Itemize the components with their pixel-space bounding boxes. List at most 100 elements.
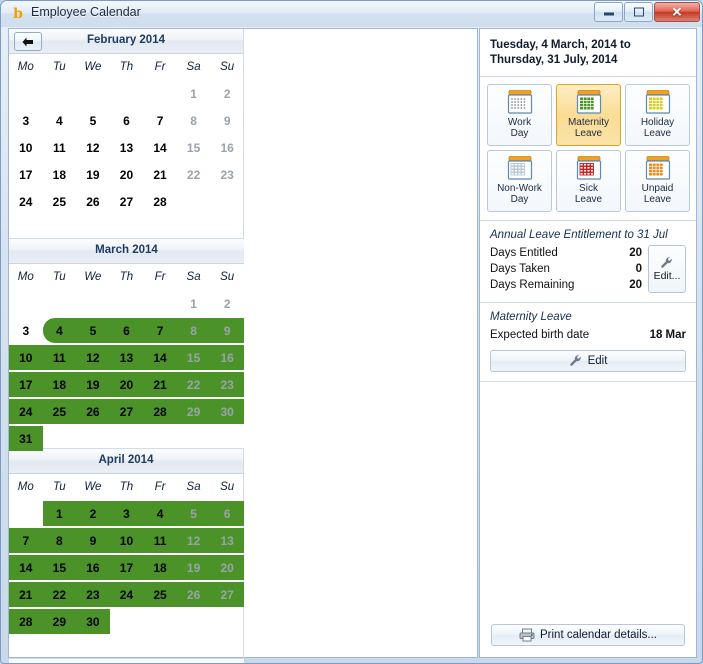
day-cell[interactable]: 18 — [43, 161, 77, 188]
day-cell[interactable]: 9 — [210, 317, 244, 344]
day-cell[interactable]: 13 — [110, 344, 144, 371]
day-cell[interactable]: 25 — [43, 398, 77, 425]
day-cell[interactable]: 21 — [143, 161, 177, 188]
leave-type-holiday[interactable]: Holiday Leave — [625, 84, 690, 146]
day-cell[interactable]: 10 — [110, 527, 144, 554]
leave-type-unpaid-leave[interactable]: Unpaid Leave — [625, 150, 690, 212]
day-cell[interactable]: 19 — [177, 554, 211, 581]
day-cell[interactable]: 27 — [110, 398, 144, 425]
day-cell[interactable]: 12 — [76, 134, 110, 161]
day-cell[interactable]: 1 — [177, 290, 211, 317]
day-cell[interactable]: 22 — [177, 161, 211, 188]
day-cell[interactable]: 18 — [43, 371, 77, 398]
day-cell[interactable]: 2 — [76, 500, 110, 527]
day-cell[interactable]: 19 — [76, 371, 110, 398]
day-cell[interactable]: 12 — [177, 527, 211, 554]
day-cell[interactable]: 8 — [177, 107, 211, 134]
day-cell[interactable]: 17 — [110, 554, 144, 581]
day-cell[interactable]: 27 — [210, 581, 244, 608]
day-cell[interactable]: 20 — [110, 371, 144, 398]
day-cell[interactable]: 24 — [9, 398, 43, 425]
day-cell[interactable]: 30 — [76, 608, 110, 635]
day-cell[interactable]: 4 — [43, 317, 77, 344]
day-cell[interactable]: 8 — [177, 317, 211, 344]
day-cell[interactable]: 1 — [43, 500, 77, 527]
day-cell[interactable]: 14 — [9, 554, 43, 581]
day-cell[interactable]: 7 — [143, 317, 177, 344]
day-cell[interactable]: 28 — [143, 398, 177, 425]
close-button[interactable]: ✕ — [654, 2, 700, 22]
day-cell[interactable]: 16 — [210, 344, 244, 371]
day-cell[interactable]: 13 — [210, 527, 244, 554]
day-cell[interactable]: 5 — [177, 500, 211, 527]
day-cell[interactable]: 5 — [76, 107, 110, 134]
leave-type-non-work-day[interactable]: Non-Work Day — [487, 150, 552, 212]
day-cell[interactable]: 3 — [110, 500, 144, 527]
day-cell[interactable]: 12 — [76, 344, 110, 371]
day-cell[interactable]: 25 — [143, 581, 177, 608]
day-cell[interactable]: 23 — [76, 581, 110, 608]
day-cell[interactable]: 4 — [143, 500, 177, 527]
day-cell[interactable]: 22 — [43, 581, 77, 608]
day-cell[interactable]: 15 — [177, 134, 211, 161]
day-cell[interactable]: 27 — [110, 188, 144, 215]
day-cell[interactable]: 3 — [9, 317, 43, 344]
day-cell[interactable]: 4 — [43, 107, 77, 134]
day-cell[interactable]: 17 — [9, 161, 43, 188]
day-cell[interactable]: 28 — [9, 608, 43, 635]
day-cell[interactable]: 7 — [143, 107, 177, 134]
day-cell[interactable]: 16 — [210, 134, 244, 161]
day-cell[interactable]: 20 — [210, 554, 244, 581]
day-cell[interactable]: 21 — [143, 371, 177, 398]
day-cell[interactable]: 10 — [9, 344, 43, 371]
day-cell[interactable]: 7 — [9, 527, 43, 554]
day-cell[interactable]: 26 — [76, 398, 110, 425]
day-cell[interactable]: 11 — [43, 134, 77, 161]
previous-months-button[interactable] — [14, 32, 42, 51]
day-cell[interactable]: 22 — [177, 371, 211, 398]
day-cell[interactable]: 29 — [43, 608, 77, 635]
day-cell[interactable]: 11 — [143, 527, 177, 554]
print-calendar-button[interactable]: Print calendar details... — [491, 624, 685, 646]
day-cell[interactable]: 5 — [76, 317, 110, 344]
day-cell[interactable]: 11 — [43, 344, 77, 371]
day-cell[interactable]: 2 — [210, 80, 244, 107]
maximize-button[interactable] — [624, 2, 653, 22]
day-cell[interactable]: 23 — [210, 161, 244, 188]
day-cell[interactable]: 8 — [43, 527, 77, 554]
day-cell[interactable]: 1 — [177, 80, 211, 107]
day-cell[interactable]: 3 — [9, 107, 43, 134]
day-cell[interactable]: 19 — [76, 161, 110, 188]
day-cell[interactable]: 29 — [177, 398, 211, 425]
day-cell[interactable]: 2 — [210, 290, 244, 317]
day-cell[interactable]: 25 — [43, 188, 77, 215]
day-cell[interactable]: 14 — [143, 134, 177, 161]
day-cell[interactable]: 15 — [43, 554, 77, 581]
day-cell[interactable]: 15 — [177, 344, 211, 371]
day-cell[interactable]: 24 — [110, 581, 144, 608]
day-cell[interactable]: 24 — [9, 188, 43, 215]
day-cell[interactable]: 18 — [143, 554, 177, 581]
day-cell[interactable]: 21 — [9, 581, 43, 608]
day-cell[interactable]: 13 — [110, 134, 144, 161]
day-cell[interactable]: 9 — [210, 107, 244, 134]
day-cell[interactable]: 20 — [110, 161, 144, 188]
leave-type-work-day[interactable]: Work Day — [487, 84, 552, 146]
day-cell[interactable]: 26 — [76, 188, 110, 215]
day-cell[interactable]: 26 — [177, 581, 211, 608]
day-cell[interactable]: 17 — [9, 371, 43, 398]
day-cell[interactable]: 16 — [76, 554, 110, 581]
entitlement-edit-button[interactable]: Edit... — [648, 245, 686, 293]
day-cell[interactable]: 6 — [210, 500, 244, 527]
day-cell[interactable]: 28 — [143, 188, 177, 215]
day-cell[interactable]: 10 — [9, 134, 43, 161]
leave-type-maternity[interactable]: Maternity Leave — [556, 84, 621, 146]
day-cell[interactable]: 23 — [210, 371, 244, 398]
day-cell[interactable]: 14 — [143, 344, 177, 371]
minimize-button[interactable] — [594, 2, 623, 22]
day-cell[interactable]: 31 — [9, 425, 43, 452]
leave-type-sick-leave[interactable]: Sick Leave — [556, 150, 621, 212]
day-cell[interactable]: 30 — [210, 398, 244, 425]
day-cell[interactable]: 6 — [110, 317, 144, 344]
day-cell[interactable]: 6 — [110, 107, 144, 134]
